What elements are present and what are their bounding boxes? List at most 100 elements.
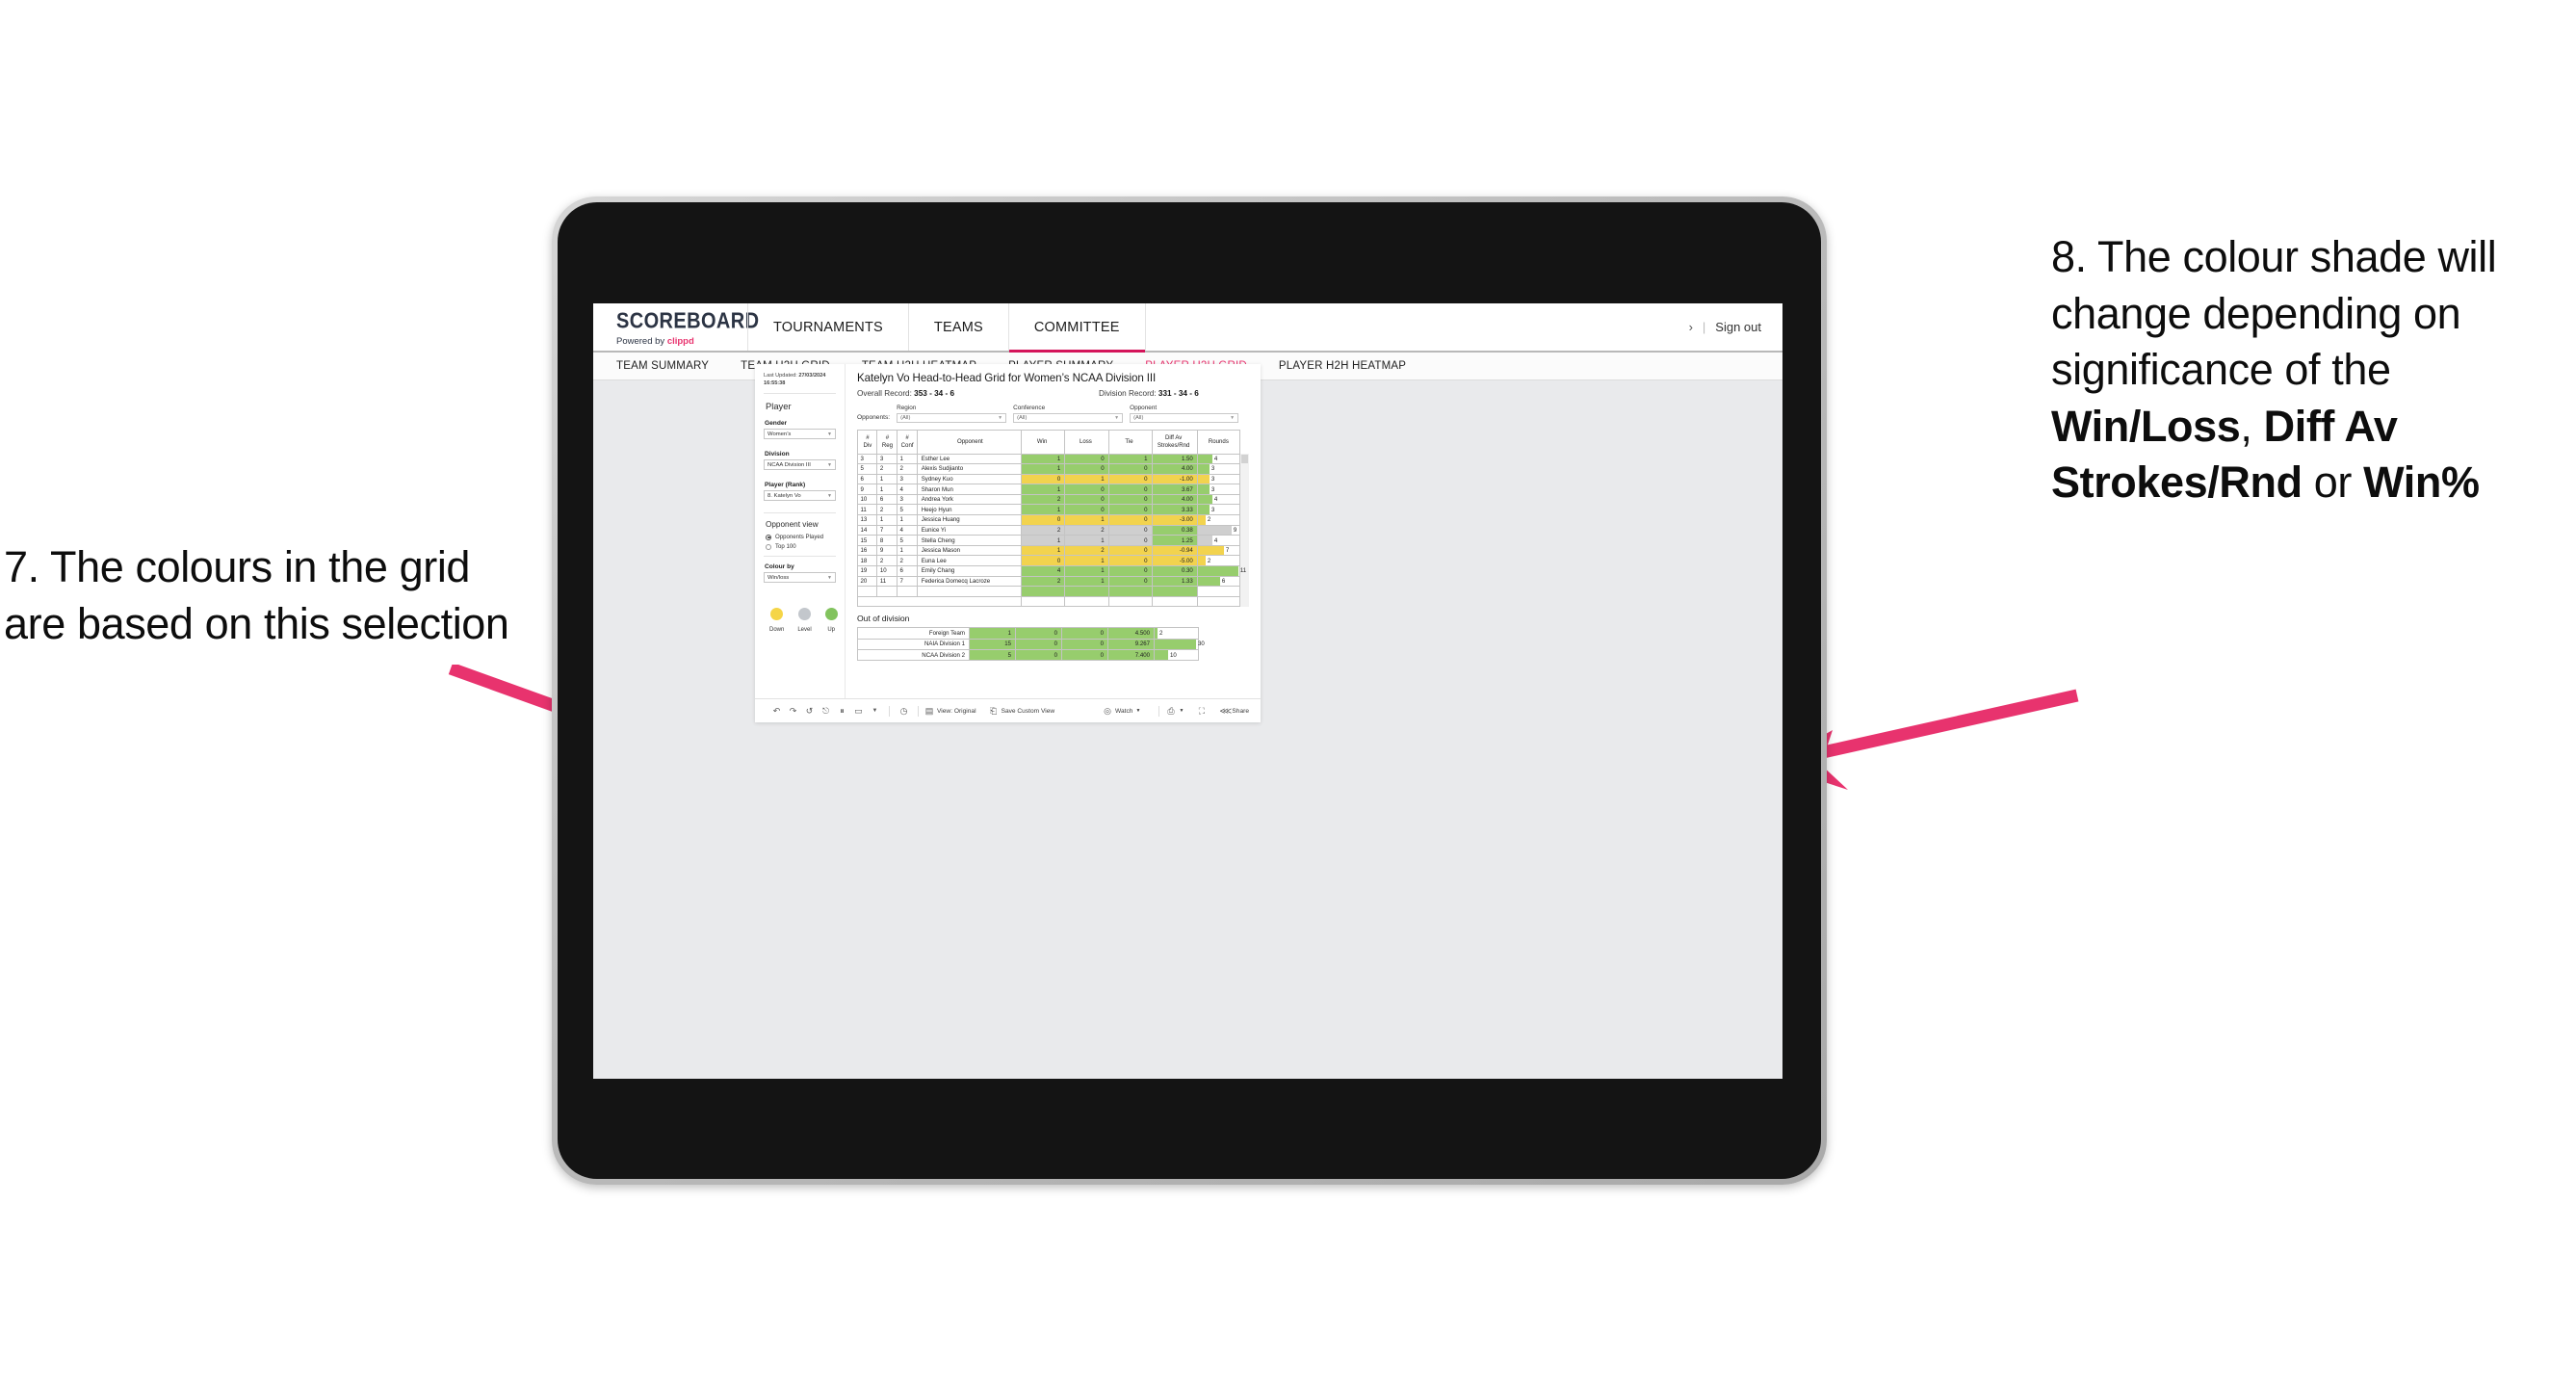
rounds-bar-wrap: 3	[1197, 474, 1239, 484]
grid-scrollbar-track[interactable]	[1239, 463, 1249, 475]
rounds-bar-cell: 4	[1196, 535, 1240, 546]
sidebar-section-player: Player	[766, 401, 792, 412]
annotation-8-mid1: ,	[2240, 401, 2264, 451]
colour-by-select[interactable]: Win/loss ▼	[764, 572, 836, 584]
table-row[interactable]: 10 6 3 Andrea York 2 0 0 4.00 4	[856, 493, 1249, 506]
table-row[interactable]: 19 10 6 Emily Chang 4 1 0 0.30 11	[856, 565, 1249, 577]
grid-scrollbar-track[interactable]	[1239, 576, 1249, 587]
rounds-value: 4	[1213, 496, 1218, 504]
table-row[interactable]: 11 2 5 Heejo Hyun 1 0 0 3.33 3	[856, 504, 1249, 516]
colour-by-label: Colour by	[765, 563, 794, 571]
refresh-icon[interactable]: ⎋	[818, 706, 834, 717]
brand-logo[interactable]: SCOREBOARD Powered by clippd	[593, 303, 760, 351]
grid-scrollbar-track[interactable]	[1239, 454, 1249, 464]
subnav-team-summary[interactable]: TEAM SUMMARY	[616, 360, 731, 372]
revert-icon[interactable]: ↺	[801, 706, 818, 717]
table-cell: 0	[1061, 627, 1108, 640]
table-cell: 4.00	[1151, 463, 1198, 475]
table-row[interactable]: 18 2 2 Euna Lee 0 1 0 -5.00 2	[856, 555, 1249, 567]
table-cell: 11	[856, 504, 878, 516]
download-button[interactable]: ⎙ ▼	[1165, 706, 1184, 717]
chevron-down-icon[interactable]: ▼	[867, 708, 883, 714]
fullscreen-button[interactable]: ⛶	[1196, 706, 1207, 717]
table-row[interactable]: 16 9 1 Jessica Mason 1 2 0 -0.94 7	[856, 544, 1249, 557]
table-row[interactable]: Foreign Team 1 0 0 4.500 2	[857, 627, 1199, 640]
grid-scrollbar-track[interactable]	[1239, 484, 1249, 495]
rounds-bar-cell: 2	[1154, 627, 1199, 640]
grid-scrollbar-track[interactable]	[1239, 535, 1249, 546]
table-blank-filler	[856, 595, 1249, 608]
table-cell: 0	[1107, 493, 1153, 506]
pause-icon[interactable]: ⏸	[834, 706, 850, 717]
filter-opponent-select[interactable]: (All) ▼	[1130, 412, 1239, 423]
records-row: Overall Record: 353 - 34 - 6 Division Re…	[857, 389, 1249, 398]
brand-title: SCOREBOARD	[616, 309, 760, 334]
table-row[interactable]: 13 1 1 Jessica Huang 0 1 0 -3.00 2	[856, 514, 1249, 526]
radio-top-100[interactable]: Top 100	[766, 543, 836, 550]
table-cell: 0	[1107, 575, 1153, 588]
table-row[interactable]: NAIA Division 1 15 0 0 9.267 30	[857, 638, 1205, 651]
col-reg-l2: Reg	[881, 441, 894, 449]
radio-opponents-played[interactable]: Opponents Played	[766, 534, 836, 540]
table-cell: 0	[1107, 463, 1153, 475]
filter-conference-select[interactable]: (All) ▼	[1013, 412, 1124, 423]
table-row[interactable]: 15 8 5 Stella Cheng 1 1 0 1.25 4	[856, 535, 1249, 546]
grid-scrollbar-track[interactable]	[1239, 494, 1249, 505]
table-row[interactable]: 14 7 4 Eunice Yi 2 2 0 0.38 9	[856, 524, 1249, 536]
chevron-right-icon[interactable]: ›	[1689, 320, 1693, 334]
filter-region-select[interactable]: (All) ▼	[897, 412, 1007, 423]
table-row[interactable]: 20 11 7 Federica Domecq Lacroze 2 1 0 1.33 6	[856, 575, 1249, 588]
grid-scrollbar-track[interactable]	[1239, 514, 1249, 526]
grid-scrollbar-track[interactable]	[1239, 474, 1249, 484]
annotation-8-text: 8. The colour shade will change dependin…	[2051, 229, 2573, 511]
gender-select[interactable]: Women’s ▼	[764, 429, 836, 440]
table-cell: 1	[1021, 544, 1066, 557]
table-cell: 0	[1021, 514, 1066, 526]
nav-committee[interactable]: COMMITTEE	[1007, 303, 1146, 353]
grid-scrollbar-thumb[interactable]	[1240, 454, 1248, 463]
table-row[interactable]: 9 1 4 Sharon Mun 1 0 0 3.67 3	[856, 484, 1249, 495]
table-cell: 5	[969, 648, 1016, 662]
table-cell: 15	[856, 535, 878, 546]
table-row[interactable]: 5 2 2 Alexis Sudjianto 1 0 0 4.00 3	[856, 463, 1249, 475]
nav-teams[interactable]: TEAMS	[907, 303, 1008, 351]
player-rank-select[interactable]: 8. Katelyn Vo ▼	[764, 490, 836, 502]
undo-icon[interactable]: ↶	[768, 706, 785, 717]
table-cell: 0	[1064, 504, 1109, 516]
dashboard-card: Last Updated: 27/03/2024 16:55:38 Player …	[755, 364, 1261, 722]
col-diff: Diff Av Strokes/Rnd	[1151, 429, 1198, 455]
highlight-icon[interactable]: ▭	[850, 706, 867, 717]
table-cell: 0	[1064, 453, 1109, 465]
grid-scrollbar-track[interactable]	[1239, 586, 1249, 597]
grid-scrollbar-track[interactable]	[1239, 596, 1249, 607]
watch-button[interactable]: ◎ Watch ▼	[1103, 706, 1140, 717]
division-select[interactable]: NCAA Division III ▼	[764, 459, 836, 471]
col-reg-l1: #	[885, 433, 890, 441]
grid-scrollbar-track[interactable]	[1239, 555, 1249, 566]
table-cell: 0	[1107, 484, 1153, 495]
share-button[interactable]: ⋘ Share	[1219, 706, 1249, 717]
redo-icon[interactable]: ↷	[785, 706, 801, 717]
last-updated-time: 16:55:38	[764, 380, 786, 387]
download-icon: ⎙	[1167, 705, 1175, 716]
table-cell: 2	[896, 555, 918, 567]
table-row[interactable]: 6 1 3 Sydney Kuo 0 1 0 -1.00 3	[856, 473, 1249, 485]
view-original-button[interactable]: ▤ View: Original	[924, 706, 976, 717]
sign-out-link[interactable]: Sign out	[1715, 320, 1761, 334]
grid-scrollbar-track[interactable]	[1239, 525, 1249, 536]
table-row[interactable]: 3 3 1 Esther Lee 1 0 1 1.50 4	[856, 453, 1249, 465]
rounds-value: 11	[1239, 567, 1247, 575]
table-row[interactable]: NCAA Division 2 5 0 0 7.400 10	[857, 648, 1199, 662]
watch-label: Watch	[1115, 707, 1133, 715]
annotation-8-mid2: or	[2302, 458, 2364, 507]
grid-scrollbar-track[interactable]	[1239, 545, 1249, 556]
table-cell: 4.00	[1151, 493, 1198, 506]
grid-scrollbar-track[interactable]	[1239, 504, 1249, 515]
subnav-player-h2h-heatmap[interactable]: PLAYER H2H HEATMAP	[1279, 360, 1428, 372]
chevron-down-icon: ▼	[827, 492, 832, 499]
table-cell: 1	[1064, 575, 1109, 588]
clock-icon[interactable]: ◷	[896, 706, 912, 717]
save-custom-view-button[interactable]: ⎗ Save Custom View	[989, 706, 1054, 717]
nav-tournaments[interactable]: TOURNAMENTS	[747, 303, 908, 351]
rounds-bar	[1197, 494, 1212, 505]
